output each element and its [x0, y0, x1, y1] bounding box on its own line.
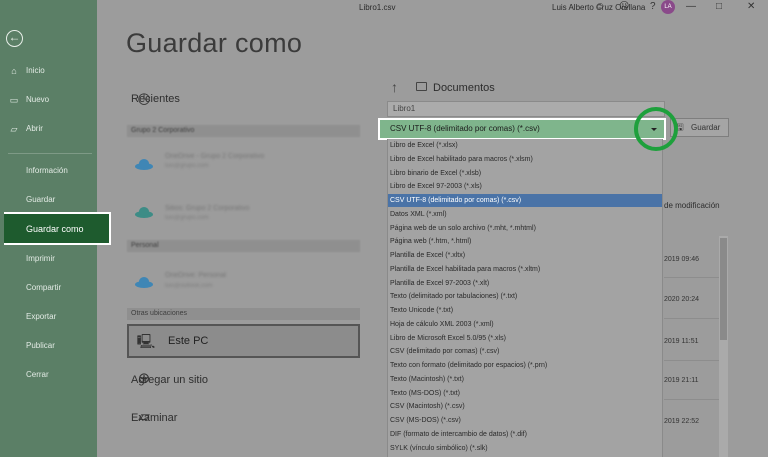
- file-type-option[interactable]: Página web de un solo archivo (*.mht, *.…: [388, 222, 662, 235]
- title-bar: Libro1.csv Luis Alberto Cruz Orellana LA…: [97, 0, 768, 16]
- file-date: 2019 21:11: [664, 377, 699, 384]
- location-este-pc[interactable]: 🖳 Este PC: [127, 324, 360, 358]
- sidebar-item-guardar[interactable]: Guardar: [26, 195, 55, 204]
- sidebar-item-imprimir[interactable]: Imprimir: [26, 254, 55, 263]
- row-divider: [664, 277, 719, 278]
- filename-field[interactable]: Libro1: [387, 101, 665, 117]
- sidebar-divider: [8, 153, 92, 154]
- file-type-option[interactable]: Plantilla de Excel 97-2003 (*.xlt): [388, 277, 662, 290]
- sidebar-item-exportar[interactable]: Exportar: [26, 312, 56, 321]
- location-onedrive-personal-email: luis@outlook.com: [165, 283, 213, 289]
- file-type-option[interactable]: DIF (formato de intercambio de datos) (*…: [388, 428, 662, 441]
- file-type-option[interactable]: Libro de Excel (*.xlsx): [388, 139, 662, 152]
- file-type-option[interactable]: SYLK (vínculo simbólico) (*.slk): [388, 442, 662, 455]
- close-icon[interactable]: ✕: [747, 0, 755, 14]
- document-title: Libro1.csv: [359, 3, 396, 12]
- up-folder-icon[interactable]: ↑: [391, 79, 398, 95]
- file-type-option[interactable]: Plantilla de Excel habilitada para macro…: [388, 263, 662, 276]
- location-onedrive-corporate[interactable]: OneDrive - Grupo 2 Corporativo: [165, 153, 264, 160]
- frown-icon[interactable]: ☹: [619, 0, 629, 14]
- file-type-option[interactable]: Texto Unicode (*.txt): [388, 304, 662, 317]
- row-divider: [664, 318, 719, 319]
- section-header-otras: Otras ubicaciones: [127, 308, 360, 320]
- location-onedrive-personal[interactable]: OneDrive: Personal: [165, 272, 226, 279]
- section-header-personal: Personal: [127, 240, 360, 252]
- minimize-icon[interactable]: —: [686, 0, 696, 14]
- smile-icon[interactable]: ☺: [595, 0, 605, 14]
- file-type-option[interactable]: Texto (Macintosh) (*.txt): [388, 373, 662, 386]
- sidebar-item-inicio[interactable]: ⌂ Inicio: [0, 60, 97, 82]
- row-divider: [664, 360, 719, 361]
- file-date: 2019 11:51: [664, 338, 699, 345]
- file-type-option[interactable]: CSV (MS-DOS) (*.csv): [388, 414, 662, 427]
- open-folder-icon: ▱: [10, 124, 18, 134]
- sidebar-item-nuevo[interactable]: ▭ Nuevo: [0, 89, 97, 111]
- location-recientes[interactable]: Recientes: [131, 93, 180, 105]
- file-type-option[interactable]: Datos XML (*.xml): [388, 208, 662, 221]
- file-type-option[interactable]: Libro de Excel habilitado para macros (*…: [388, 153, 662, 166]
- location-sites-corporate-email: luis@grupo.com: [165, 215, 209, 221]
- folder-icon: [416, 82, 427, 91]
- file-type-option[interactable]: CSV (Macintosh) (*.csv): [388, 400, 662, 413]
- current-folder[interactable]: Documentos: [433, 82, 495, 94]
- sidebar-item-abrir[interactable]: ▱ Abrir: [0, 118, 97, 140]
- location-sites-corporate[interactable]: Sitios: Grupo 2 Corporativo: [165, 205, 249, 212]
- file-date: 2020 20:24: [664, 296, 700, 303]
- file-type-option[interactable]: Texto (MS-DOS) (*.txt): [388, 387, 662, 400]
- sidebar-item-compartir[interactable]: Compartir: [26, 283, 61, 292]
- page-title: Guardar como: [126, 28, 303, 58]
- computer-icon: 🖳: [136, 333, 156, 349]
- location-examinar[interactable]: Examinar: [131, 412, 177, 424]
- file-type-option[interactable]: Plantilla de Excel (*.xltx): [388, 249, 662, 262]
- file-type-option[interactable]: CSV (delimitado por comas) (*.csv): [388, 345, 662, 358]
- file-type-option[interactable]: Texto (delimitado por tabulaciones) (*.t…: [388, 290, 662, 303]
- file-type-dropdown: Libro de Excel (*.xlsx) Libro de Excel ha…: [387, 139, 663, 457]
- home-icon: ⌂: [11, 66, 17, 76]
- file-type-option[interactable]: Hoja de cálculo XML 2003 (*.xml): [388, 318, 662, 331]
- file-type-option[interactable]: Texto con formato (delimitado por espaci…: [388, 359, 662, 372]
- new-document-icon: ▭: [9, 95, 19, 105]
- back-arrow-icon[interactable]: ←: [6, 30, 23, 47]
- maximize-icon[interactable]: □: [716, 0, 722, 14]
- file-type-option[interactable]: Libro de Microsoft Excel 5.0/95 (*.xls): [388, 332, 662, 345]
- sidebar-item-informacion[interactable]: Información: [26, 166, 68, 175]
- location-onedrive-corporate-email: luis@grupo.com: [165, 163, 209, 169]
- sidebar-item-guardar-como[interactable]: Guardar como: [4, 212, 111, 245]
- file-type-option[interactable]: CSV UTF-8 (delimitado por comas) (*.csv): [388, 194, 662, 207]
- row-divider: [664, 399, 719, 400]
- scrollbar-thumb[interactable]: [720, 238, 727, 340]
- highlight-circle: [634, 107, 678, 151]
- sidebar-item-cerrar[interactable]: Cerrar: [26, 370, 49, 379]
- avatar[interactable]: LA: [661, 0, 675, 14]
- file-type-option[interactable]: Libro binario de Excel (*.xlsb): [388, 167, 662, 180]
- help-icon[interactable]: ?: [650, 0, 656, 14]
- sites-icon: [133, 206, 155, 218]
- section-header-group: Grupo 2 Corporativo: [127, 125, 360, 137]
- file-date: 2019 09:46: [664, 256, 700, 263]
- cloud-personal-icon: [133, 276, 155, 288]
- save-button[interactable]: 🖫 Guardar: [670, 118, 729, 137]
- column-header-modified[interactable]: de modificación: [664, 201, 720, 210]
- cloud-icon: [133, 158, 155, 170]
- location-agregar-sitio[interactable]: Agregar un sitio: [131, 374, 208, 386]
- sidebar-item-publicar[interactable]: Publicar: [26, 341, 55, 350]
- file-type-select[interactable]: CSV UTF-8 (delimitado por comas) (*.csv): [378, 118, 666, 140]
- file-date: 2019 22:52: [664, 418, 700, 425]
- file-type-option[interactable]: Página web (*.htm, *.html): [388, 235, 662, 248]
- file-type-option[interactable]: Libro de Excel 97-2003 (*.xls): [388, 180, 662, 193]
